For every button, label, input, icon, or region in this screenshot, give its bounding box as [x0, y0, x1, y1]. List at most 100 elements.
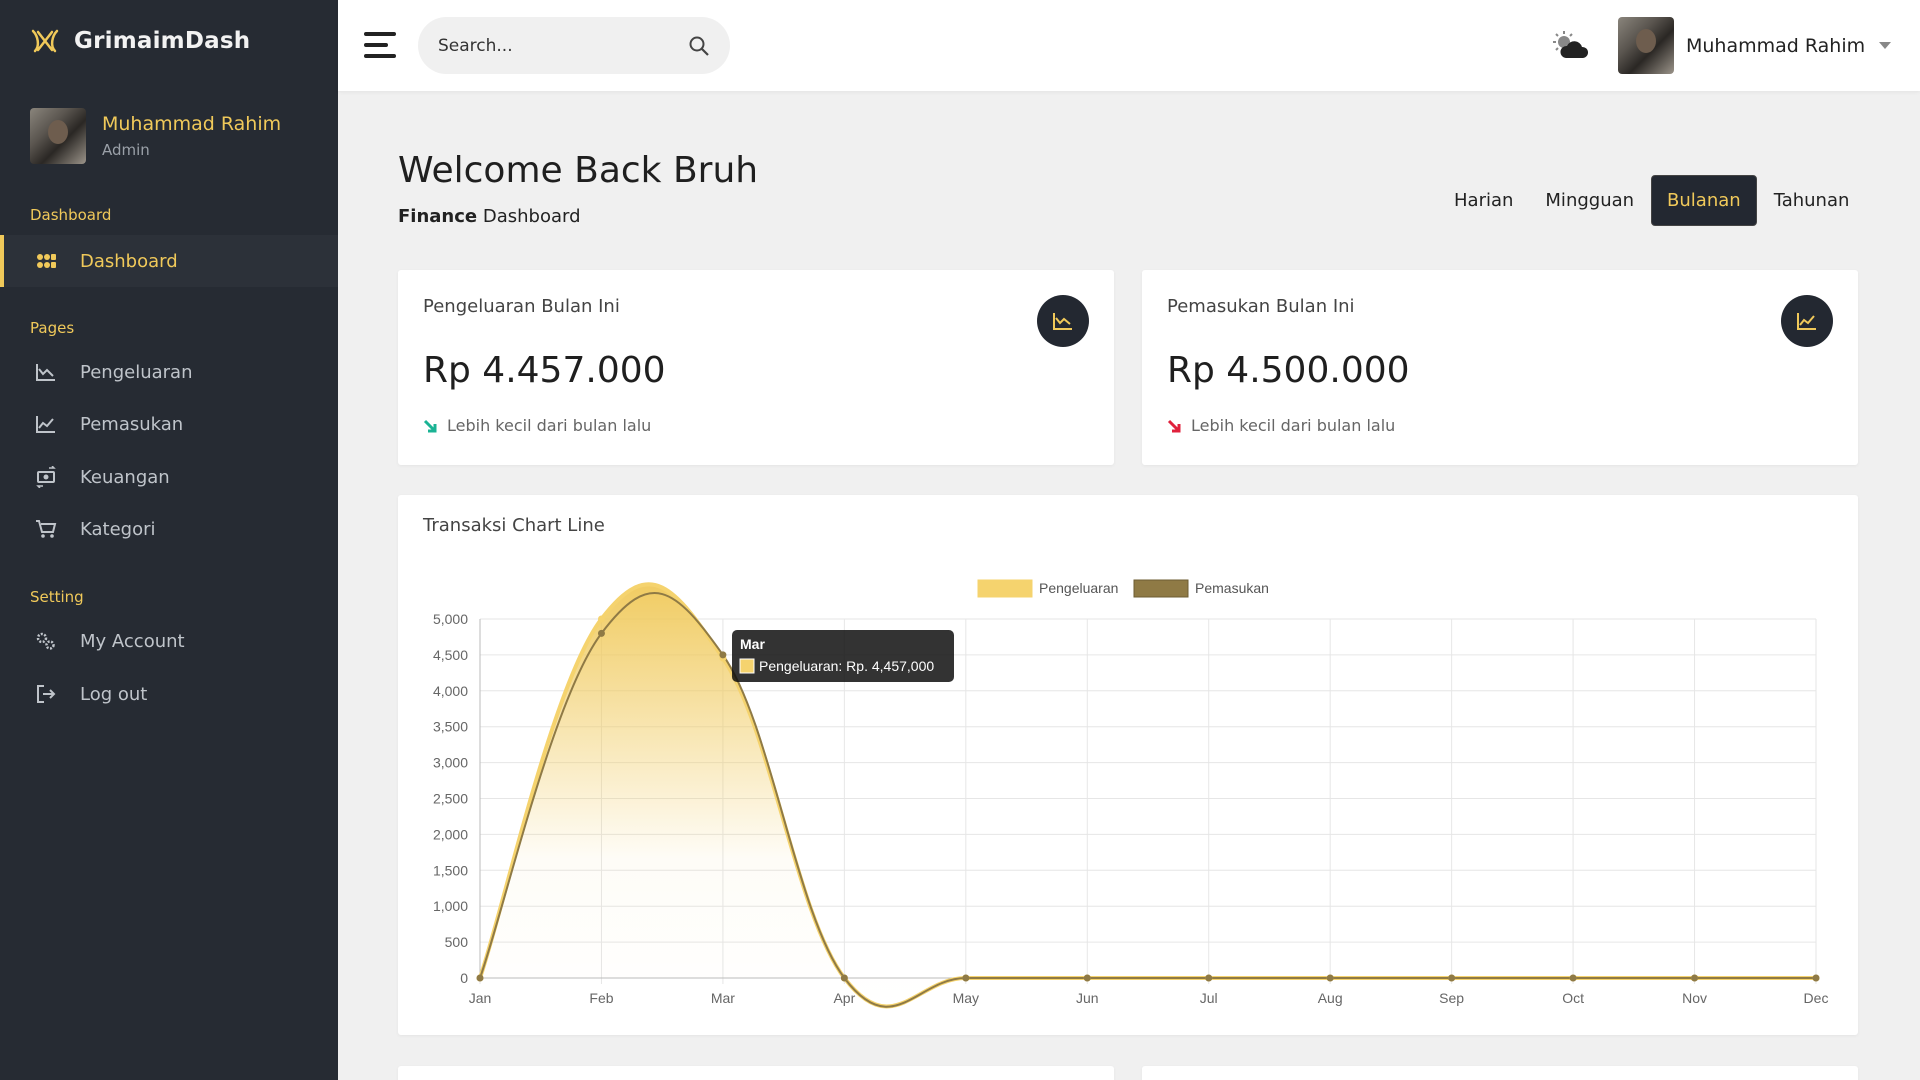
- point-pemasukan: [1205, 974, 1213, 982]
- money-exchange-icon: [34, 465, 58, 489]
- tooltip-title: Mar: [740, 636, 765, 652]
- x-tick-label: Mar: [711, 990, 735, 1006]
- grid-icon: [34, 249, 58, 273]
- tooltip-text: Pengeluaran: Rp. 4,457,000: [759, 658, 934, 674]
- y-tick-label: 3,500: [433, 719, 468, 735]
- point-pemasukan: [719, 651, 727, 659]
- chart-down-icon: [1037, 295, 1089, 347]
- chart-card: Transaksi Chart Line 5,000 4,500 4,000 3,50…: [398, 495, 1858, 1035]
- y-tick-label: 2,500: [433, 791, 468, 807]
- chart-down-icon: [34, 360, 58, 384]
- sidebar: GrimaimDash Muhammad Rahim Admin Dashboa…: [0, 0, 338, 1080]
- legend-label-pengeluaran: Pengeluaran: [1039, 580, 1118, 596]
- card-note-text: Lebih kecil dari bulan lalu: [1191, 416, 1396, 435]
- user-menu[interactable]: Muhammad Rahim: [1618, 17, 1892, 74]
- y-tick-label: 1,500: [433, 862, 468, 878]
- card-title: Pemasukan Bulan Ini: [1167, 296, 1355, 317]
- search-box[interactable]: [418, 17, 730, 74]
- avatar: [1618, 17, 1674, 74]
- user-name: Muhammad Rahim: [1686, 34, 1866, 57]
- card-value: Rp 4.500.000: [1167, 350, 1410, 391]
- profile-role: Admin: [102, 141, 150, 159]
- card-value: Rp 4.457.000: [423, 350, 666, 391]
- sidebar-item-pengeluaran[interactable]: Pengeluaran: [0, 346, 338, 398]
- point-pemasukan: [476, 974, 484, 982]
- point-pemasukan: [1326, 974, 1334, 982]
- point-pemasukan: [597, 629, 605, 637]
- bottom-card-right: [1142, 1066, 1858, 1080]
- sidebar-item-dashboard[interactable]: Dashboard: [0, 235, 338, 287]
- subtitle-rest: Dashboard: [477, 206, 581, 227]
- chevron-down-icon: [1879, 42, 1892, 49]
- cart-icon: [34, 517, 58, 541]
- tab-harian[interactable]: Harian: [1439, 175, 1528, 226]
- menu-toggle-icon[interactable]: [364, 32, 396, 58]
- x-tick-label: Oct: [1562, 990, 1584, 1006]
- stat-card-pemasukan: Pemasukan Bulan Ini Rp 4.500.000 Lebih k…: [1142, 270, 1858, 465]
- avatar: [30, 108, 86, 164]
- point-pemasukan: [1569, 974, 1577, 982]
- x-tick-label: Dec: [1804, 990, 1829, 1006]
- sidebar-item-label: Log out: [80, 683, 148, 705]
- tooltip-swatch: [739, 658, 755, 674]
- tooltip-box: [732, 630, 954, 682]
- x-tick-label: Feb: [589, 990, 613, 1006]
- stat-card-pengeluaran: Pengeluaran Bulan Ini Rp 4.457.000 Lebih…: [398, 270, 1114, 465]
- page-title: Welcome Back Bruh: [398, 150, 759, 191]
- brand[interactable]: GrimaimDash: [30, 26, 250, 56]
- tab-tahunan[interactable]: Tahunan: [1759, 175, 1865, 226]
- y-tick-label: 1,000: [433, 898, 468, 914]
- sidebar-item-keuangan[interactable]: Keuangan: [0, 451, 338, 503]
- legend-label-pemasukan: Pemasukan: [1195, 580, 1269, 596]
- x-tick-label: Jan: [469, 990, 492, 1006]
- bottom-card-left: [398, 1066, 1114, 1080]
- theme-toggle-icon[interactable]: [1552, 30, 1590, 62]
- x-tick-label: Jul: [1200, 990, 1218, 1006]
- x-tick-label: Jun: [1076, 990, 1099, 1006]
- point-pemasukan: [1083, 974, 1091, 982]
- arrow-down-icon: [1167, 419, 1181, 432]
- arrow-down-icon: [423, 419, 437, 432]
- search-input[interactable]: [438, 35, 688, 56]
- sidebar-item-label: My Account: [80, 630, 185, 652]
- brand-logo-icon: [31, 29, 59, 53]
- sidebar-item-kategori[interactable]: Kategori: [0, 503, 338, 555]
- y-tick-label: 500: [445, 934, 469, 950]
- sidebar-profile: Muhammad Rahim Admin: [30, 108, 281, 164]
- tab-bulanan[interactable]: Bulanan: [1651, 175, 1757, 226]
- x-tick-label: Apr: [833, 990, 855, 1006]
- profile-name: Muhammad Rahim: [102, 113, 282, 135]
- y-tick-label: 0: [460, 970, 468, 986]
- sidebar-item-pemasukan[interactable]: Pemasukan: [0, 398, 338, 450]
- subtitle-bold: Finance: [398, 206, 478, 227]
- y-tick-label: 4,000: [433, 683, 468, 699]
- card-note-text: Lebih kecil dari bulan lalu: [447, 416, 652, 435]
- x-tick-label: May: [953, 990, 979, 1006]
- point-pemasukan: [840, 974, 848, 982]
- x-tick-label: Nov: [1682, 990, 1707, 1006]
- chart-up-icon: [34, 412, 58, 436]
- card-title: Pengeluaran Bulan Ini: [423, 296, 620, 317]
- period-tabs: Harian Mingguan Bulanan Tahunan: [1437, 175, 1864, 226]
- sidebar-item-my-account[interactable]: My Account: [0, 615, 338, 667]
- x-tick-label: Sep: [1439, 990, 1464, 1006]
- card-note: Lebih kecil dari bulan lalu: [1167, 416, 1395, 435]
- y-tick-label: 2,000: [433, 826, 468, 842]
- x-tick-label: Aug: [1318, 990, 1343, 1006]
- transaction-line-chart[interactable]: 5,000 4,500 4,000 3,500 3,000 2,500 2,000 1,500…: [398, 495, 1858, 1035]
- section-label-dashboard: Dashboard: [30, 206, 112, 224]
- y-tick-label: 4,500: [433, 647, 468, 663]
- point-pemasukan: [1812, 974, 1820, 982]
- page-subtitle: Finance Dashboard: [398, 206, 581, 227]
- sidebar-item-label: Dashboard: [80, 250, 178, 272]
- tab-mingguan[interactable]: Mingguan: [1530, 175, 1649, 226]
- sidebar-item-label: Kategori: [80, 518, 156, 540]
- search-icon[interactable]: [688, 35, 710, 57]
- gears-icon: [34, 629, 58, 653]
- point-pemasukan: [1691, 974, 1699, 982]
- point-pengeluaran: [597, 615, 605, 623]
- sidebar-item-label: Pemasukan: [80, 413, 184, 435]
- brand-name: GrimaimDash: [74, 28, 251, 54]
- sidebar-item-label: Keuangan: [80, 466, 170, 488]
- sidebar-item-logout[interactable]: Log out: [0, 668, 338, 720]
